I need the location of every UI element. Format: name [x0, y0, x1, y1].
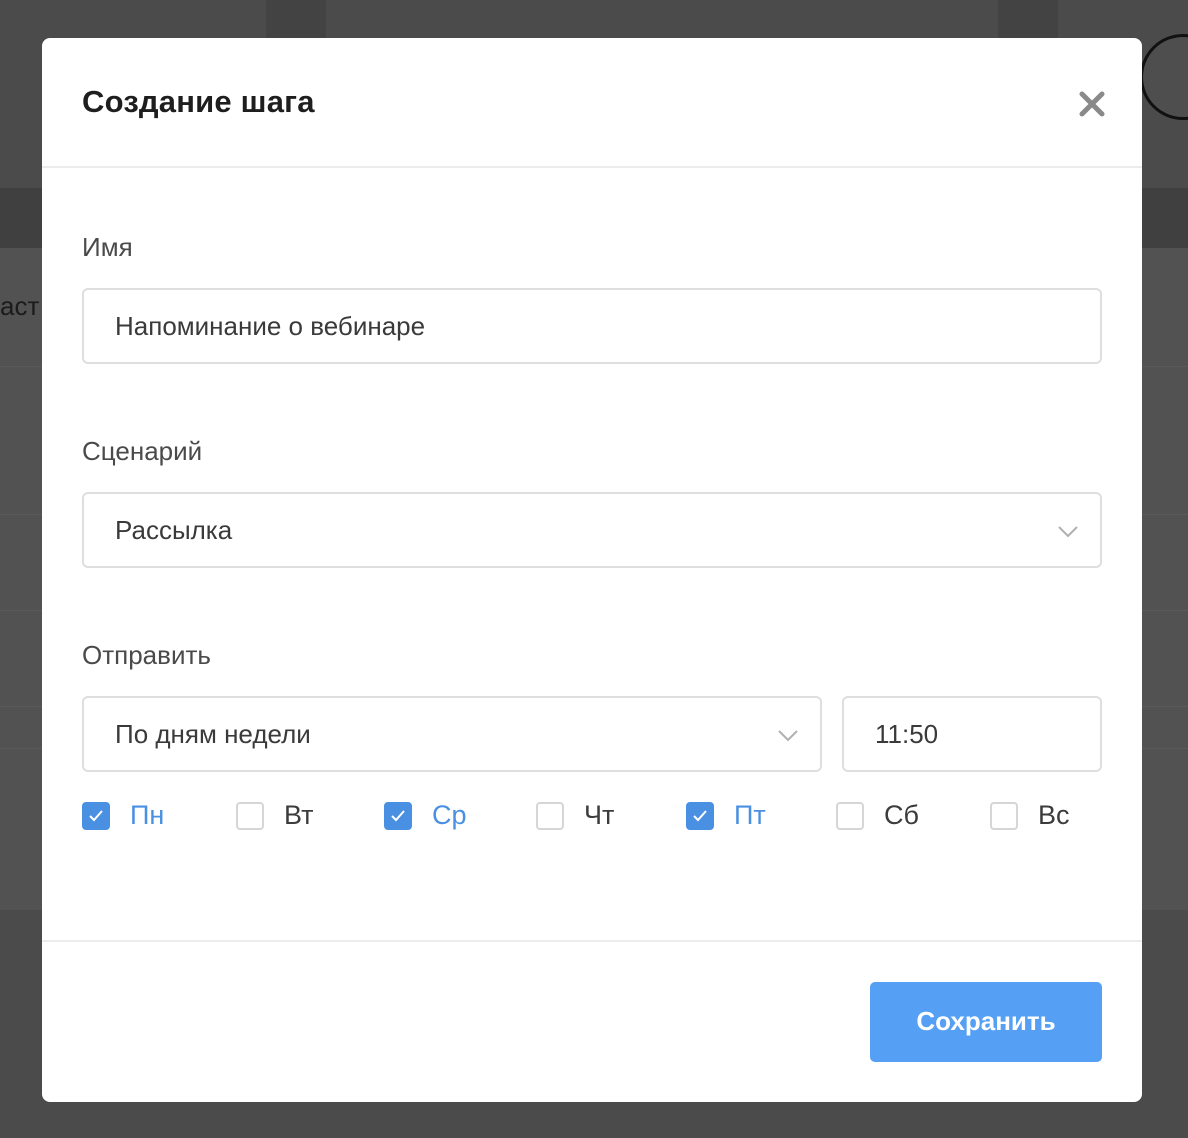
- weekday-label: Ср: [432, 800, 467, 830]
- weekday-label: Пт: [734, 800, 766, 830]
- footer-divider: [42, 940, 1142, 942]
- name-input[interactable]: Напоминание о вебинаре: [82, 288, 1102, 364]
- weekday-checkbox-wed[interactable]: Ср: [384, 798, 494, 834]
- checkbox-box[interactable]: [990, 802, 1018, 830]
- weekday-label: Чт: [584, 800, 615, 830]
- checkbox-box[interactable]: [82, 802, 110, 830]
- chevron-down-icon: [1058, 526, 1078, 538]
- scenario-select-value: Рассылка: [115, 515, 233, 545]
- send-mode-value: По дням недели: [115, 719, 311, 749]
- send-time-value: 11:50: [875, 719, 939, 749]
- create-step-modal: Создание шага Имя Напоминание о вебинаре…: [42, 38, 1142, 1102]
- weekday-checkbox-fri[interactable]: Пт: [686, 798, 796, 834]
- close-icon: [1079, 91, 1105, 117]
- send-label: Отправить: [82, 640, 211, 670]
- scenario-select[interactable]: Рассылка: [82, 492, 1102, 568]
- checkmark-icon: [693, 810, 707, 822]
- send-time-input[interactable]: 11:50: [842, 696, 1102, 772]
- checkbox-box[interactable]: [686, 802, 714, 830]
- checkmark-icon: [89, 810, 103, 822]
- close-button[interactable]: [1070, 82, 1114, 126]
- name-input-value: Напоминание о вебинаре: [115, 311, 426, 341]
- checkbox-box[interactable]: [236, 802, 264, 830]
- chevron-down-icon: [778, 730, 798, 742]
- checkmark-icon: [391, 810, 405, 822]
- save-button-label: Сохранить: [916, 1006, 1056, 1036]
- weekday-checkbox-mon[interactable]: Пн: [82, 798, 192, 834]
- background-partial-text: аст: [0, 291, 40, 321]
- weekday-checkbox-sat[interactable]: Сб: [836, 798, 946, 834]
- scenario-label: Сценарий: [82, 436, 203, 466]
- weekday-checkbox-sun[interactable]: Вс: [990, 798, 1100, 834]
- name-label: Имя: [82, 232, 133, 262]
- weekday-label: Пн: [130, 800, 165, 830]
- checkbox-box[interactable]: [384, 802, 412, 830]
- save-button[interactable]: Сохранить: [870, 982, 1102, 1062]
- checkbox-box[interactable]: [836, 802, 864, 830]
- weekday-checkbox-thu[interactable]: Чт: [536, 798, 646, 834]
- send-mode-select[interactable]: По дням недели: [82, 696, 822, 772]
- weekday-label: Вс: [1038, 800, 1070, 830]
- modal-title: Создание шага: [82, 84, 315, 119]
- weekday-checkbox-tue[interactable]: Вт: [236, 798, 346, 834]
- weekday-label: Вт: [284, 800, 314, 830]
- weekday-label: Сб: [884, 800, 919, 830]
- checkbox-box[interactable]: [536, 802, 564, 830]
- modal-header: Создание шага: [42, 38, 1142, 168]
